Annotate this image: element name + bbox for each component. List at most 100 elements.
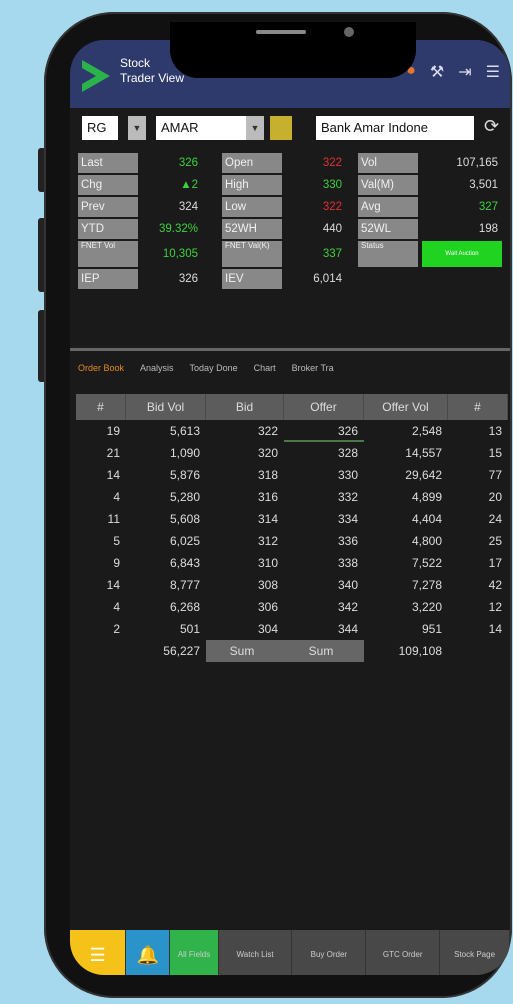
quote-value: 6,014	[313, 273, 342, 285]
order-book-cell: 2	[113, 622, 120, 636]
order-book-row[interactable]: 9 6,843 310 338 7,522 17	[76, 552, 508, 574]
order-book-cell: 17	[488, 556, 502, 570]
order-book-row[interactable]: 11 5,608 314 334 4,404 24	[76, 508, 508, 530]
favorite-button[interactable]	[270, 116, 292, 140]
sum-offer-vol: 109,108	[398, 644, 442, 658]
order-book-column-header[interactable]: #	[76, 394, 126, 420]
quote-row: Prev 324 Low 322 Avg 327	[78, 196, 506, 218]
quote-label: Val(M)	[358, 175, 418, 195]
order-book-cell: 4,404	[411, 512, 442, 526]
order-book-cell: 334	[337, 512, 358, 526]
quote-label: Vol	[358, 153, 418, 173]
order-book-cell: 42	[488, 578, 502, 592]
order-book-cell: 14	[488, 622, 502, 636]
order-book-cell: 3,220	[411, 600, 442, 614]
tab-today-done[interactable]: Today Done	[182, 363, 246, 373]
quote-row: Last 326 Open 322 Vol 107,165	[78, 152, 506, 174]
quote-value: 326	[178, 273, 198, 285]
order-book-column-header[interactable]: #	[448, 394, 508, 420]
order-book-cell: 6,843	[169, 556, 200, 570]
stock-code-input[interactable]: AMAR	[156, 116, 246, 140]
bottom-nav-item-2[interactable]: All Fields	[170, 930, 219, 975]
order-book-cell: 20	[488, 490, 502, 504]
order-book-column-header[interactable]: Bid	[206, 394, 284, 420]
order-book-row[interactable]: 2 501 304 344 951 14	[76, 618, 508, 640]
quote-value: 39.32%	[158, 223, 198, 235]
quote-label: Status	[358, 241, 418, 267]
app-logo-icon	[82, 60, 110, 92]
order-book-cell: 330	[337, 468, 358, 482]
order-book-cell: 312	[257, 534, 278, 548]
quote-label: Low	[222, 197, 282, 217]
order-book-cell: 328	[337, 446, 358, 460]
tab-bar: Order Book Analysis Today Done Chart Broker …	[70, 348, 510, 385]
order-book-cell: 12	[488, 600, 502, 614]
order-book-cell: 4	[113, 600, 120, 614]
order-book-cell: 310	[257, 556, 278, 570]
refresh-icon[interactable]: ⟳	[484, 116, 499, 137]
quote-label: Last	[78, 153, 138, 173]
sum-bid-button[interactable]: Sum	[206, 640, 284, 662]
tools-icon[interactable]: ⚒	[430, 62, 444, 82]
bottom-nav-label: Stock Page	[454, 950, 496, 959]
order-book-column-header[interactable]: Bid Vol	[126, 394, 206, 420]
bottom-nav-item-4[interactable]: Buy Order	[292, 930, 367, 975]
bottom-nav-item-1[interactable]: 🔔	[126, 930, 171, 975]
order-book-cell: 6,025	[169, 534, 200, 548]
tab-chart[interactable]: Chart	[246, 363, 284, 373]
order-book-cell: 326	[284, 420, 364, 442]
quote-label: 52WH	[222, 219, 282, 239]
notification-icon: 🔔	[136, 945, 159, 965]
quote-row: Chg ▲2 High 330 Val(M) 3,501	[78, 174, 506, 196]
order-book-cell: 332	[337, 490, 358, 504]
order-book-cell: 19	[106, 424, 120, 438]
bottom-nav-label: GTC Order	[382, 950, 423, 959]
tab-analysis[interactable]: Analysis	[132, 363, 182, 373]
order-book-cell: 5,280	[169, 490, 200, 504]
order-book-row[interactable]: 4 6,268 306 342 3,220 12	[76, 596, 508, 618]
order-book-cell: 340	[337, 578, 358, 592]
list-menu-icon[interactable]: ☰	[486, 62, 500, 82]
bottom-nav-item-0[interactable]: ☰	[70, 930, 127, 975]
order-book-cell: 501	[179, 622, 200, 636]
bottom-nav-item-6[interactable]: Stock Page	[440, 930, 510, 975]
board-dropdown-icon[interactable]: ▼	[128, 116, 146, 140]
quote-label: Avg	[358, 197, 418, 217]
logout-icon[interactable]: ⇥	[458, 62, 471, 82]
order-book-cell: 318	[257, 468, 278, 482]
quote-row: YTD 39.32% 52WH 440 52WL 198	[78, 218, 506, 240]
order-book-row[interactable]: 19 5,613 322 326 2,548 13	[76, 420, 508, 442]
quote-value: 10,305	[162, 248, 198, 260]
order-book-column-header[interactable]: Offer	[284, 394, 364, 420]
bottom-nav-item-5[interactable]: GTC Order	[366, 930, 441, 975]
order-book-cell: 314	[257, 512, 278, 526]
order-book-column-header[interactable]: Offer Vol	[364, 394, 448, 420]
order-book-cell: 342	[337, 600, 358, 614]
order-book-cell: 14,557	[405, 446, 442, 460]
order-book-cell: 24	[488, 512, 502, 526]
bottom-nav-item-3[interactable]: Watch List	[218, 930, 293, 975]
quote-value: 322	[322, 201, 342, 213]
order-book-row[interactable]: 5 6,025 312 336 4,800 25	[76, 530, 508, 552]
order-book-row[interactable]: 14 5,876 318 330 29,642 77	[76, 464, 508, 486]
tab-broker-tra[interactable]: Broker Tra	[284, 363, 342, 373]
quote-value: 107,165	[456, 157, 498, 169]
order-book-cell: 320	[257, 446, 278, 460]
quote-value: 337	[322, 248, 342, 260]
order-book-row[interactable]: 21 1,090 320 328 14,557 15	[76, 442, 508, 464]
menu-icon: ☰	[89, 945, 106, 965]
company-name-field: Bank Amar Indone	[316, 116, 474, 140]
order-book-cell: 15	[488, 446, 502, 460]
order-book-row[interactable]: 14 8,777 308 340 7,278 42	[76, 574, 508, 596]
order-book-row[interactable]: 4 5,280 316 332 4,899 20	[76, 486, 508, 508]
stock-dropdown-icon[interactable]: ▼	[246, 116, 264, 140]
board-select[interactable]: RG	[82, 116, 118, 140]
sum-offer-button[interactable]: Sum	[284, 640, 364, 662]
quote-label: IEP	[78, 269, 138, 289]
quote-value: 326	[178, 157, 198, 169]
order-book-cell: 11	[107, 512, 120, 526]
tab-order-book[interactable]: Order Book	[70, 363, 132, 373]
status-badge: Wait Auction	[422, 241, 502, 267]
order-book-cell: 336	[337, 534, 358, 548]
order-book-sum-row: 56,227 Sum Sum 109,108	[76, 640, 508, 662]
